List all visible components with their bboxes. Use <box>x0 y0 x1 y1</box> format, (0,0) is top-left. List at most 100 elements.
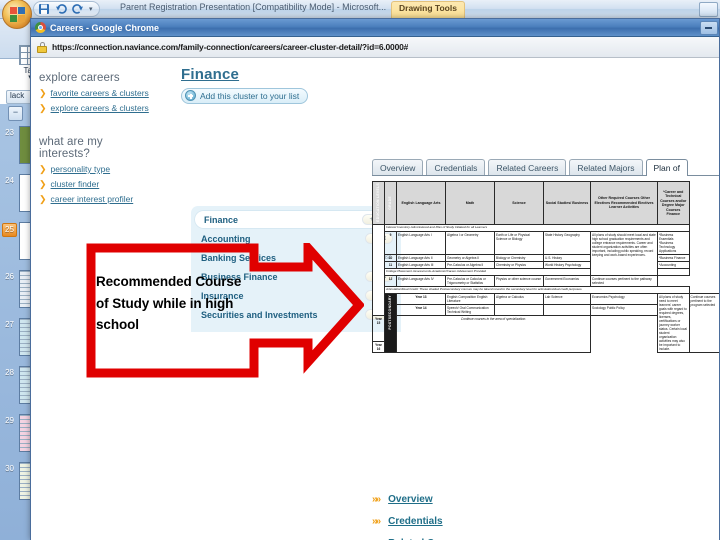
ela-cell: English Language Arts IV <box>396 275 446 288</box>
chevron-right-icon: ❯ <box>39 194 47 204</box>
tab-related-majors[interactable]: Related Majors <box>569 159 643 175</box>
panel-collapse-button[interactable]: − <box>8 106 23 121</box>
pathway-name[interactable]: Accounting <box>201 234 365 244</box>
powerpoint-document-title: Parent Registration Presentation [Compat… <box>120 2 387 12</box>
save-icon[interactable] <box>38 3 50 15</box>
career-technical-cell: *Accounting <box>657 261 690 270</box>
career-technical-cell: Continue courses pertinent to the pathwa… <box>590 275 658 288</box>
ela-cell: Speech/ Oral Communication Technical Wri… <box>445 303 495 316</box>
add-cluster-label: Add this cluster to your list <box>200 90 300 101</box>
chrome-address-bar[interactable]: https://connection.naviance.com/family-c… <box>31 37 719 58</box>
social-cell: U.S. History <box>543 254 591 263</box>
pathway-row[interactable]: Finance+ list <box>194 210 398 229</box>
col-grade: GRADE <box>384 180 397 226</box>
naviance-sidebar: explore careers ❯ favorite careers & clus… <box>39 72 154 209</box>
table-row: 11 English Language Arts III Pre-Calculus … <box>373 261 720 270</box>
sidebar-link-label[interactable]: favorite careers & clusters <box>51 88 149 99</box>
chevron-right-icon: ❯ <box>39 179 47 189</box>
grade-cell: Year 15 <box>372 314 385 342</box>
postsecondary-spine: POSTSECONDARY <box>384 292 397 353</box>
bottom-link-label[interactable]: Overview <box>388 494 432 505</box>
sidebar-section-explore-careers-title: explore careers <box>39 72 120 84</box>
table-row: POSTSECONDARY Year 13 English Composition … <box>373 292 719 353</box>
bottom-link-row[interactable]: »» Credentials <box>372 510 592 532</box>
col-other-required: Other Required Courses Other Electives R… <box>590 180 658 226</box>
science-cell <box>543 303 591 316</box>
chevron-right-icon: ❯ <box>39 103 47 113</box>
grade-cell: 10 <box>384 254 397 263</box>
other-required-cell: All plans of study should meet local and… <box>590 231 658 277</box>
science-cell: Chemistry or Physics <box>494 261 544 270</box>
career-technical-cell: *Business Finance <box>657 254 690 263</box>
career-technical-cell: Continue courses pertinent to the progra… <box>688 292 719 353</box>
chevron-right-icon: ❯ <box>39 88 47 98</box>
callout-text: Recommended Course of Study while in hig… <box>96 274 242 332</box>
pathway-name[interactable]: Finance <box>204 215 362 225</box>
grade-cell: Year 14 <box>396 303 446 316</box>
col-career-technical: *Career and Technical Courses and/or Deg… <box>657 180 690 226</box>
sidebar-link-label[interactable]: cluster finder <box>51 179 100 190</box>
specialization-cell: Continue courses in the area of speciali… <box>396 314 591 353</box>
grade-cell: 11 <box>384 261 397 270</box>
slide-number: 30 <box>5 464 14 473</box>
math-cell: Pre-Calculus or Calculus or Trigonometry… <box>445 275 495 288</box>
cluster-detail-panel: Overview Credentials Related Careers Relate… <box>372 156 719 353</box>
chrome-logo-icon <box>35 22 46 33</box>
grade-cell: 12 <box>384 275 397 288</box>
undo-icon[interactable] <box>55 3 67 15</box>
tab-credentials[interactable]: Credentials <box>426 159 486 175</box>
quick-access-toolbar[interactable]: ▾ <box>33 1 100 17</box>
science-cell: Physics or other science course <box>494 275 544 288</box>
math-cell: Algebra or Calculus <box>494 292 544 305</box>
redo-icon[interactable] <box>72 3 84 15</box>
plan-of-study-header: EDUCATION LEVELS GRADE English Language … <box>372 180 720 226</box>
plan-of-study-body: SECONDARY Interest Inventory Administered… <box>372 224 720 353</box>
sidebar-item-explore-0[interactable]: ❯ favorite careers & clusters <box>39 88 154 99</box>
sidebar-link-label[interactable]: career interest profiler <box>51 194 134 205</box>
chrome-minimize-button[interactable] <box>700 20 718 35</box>
office-button[interactable] <box>2 0 32 29</box>
lock-icon <box>36 41 48 53</box>
sidebar-section-interests-items[interactable]: ❯ personality type ❯ cluster finder ❯ career … <box>39 164 154 205</box>
sidebar-section-explore-careers-items[interactable]: ❯ favorite careers & clusters ❯ explore car… <box>39 88 154 114</box>
ppt-minimize-button[interactable] <box>699 2 718 17</box>
double-chevron-icon: »» <box>372 515 381 527</box>
url-text[interactable]: https://connection.naviance.com/family-c… <box>52 42 408 52</box>
sidebar-link-label[interactable]: explore careers & clusters <box>51 103 149 114</box>
plan-of-study-table: EDUCATION LEVELS GRADE English Language … <box>372 180 720 353</box>
math-cell: Geometry or Algebra II <box>445 254 495 263</box>
career-technical-cell: *Business Essentials *Business Technology… <box>657 231 690 256</box>
sidebar-link-label[interactable]: personality type <box>51 164 111 175</box>
sidebar-item-interest-0[interactable]: ❯ personality type <box>39 164 154 175</box>
social-cell: Sociology Public Policy <box>590 303 658 316</box>
add-cluster-button[interactable]: Add this cluster to your list <box>181 88 309 104</box>
ela-cell: English Language Arts I <box>396 231 446 256</box>
bottom-link-row[interactable]: »»Related Careers <box>372 532 592 540</box>
table-row: 10 English Language Arts II Geometry or Al… <box>373 254 720 263</box>
drawing-tools-contextual-tab[interactable]: Drawing Tools <box>391 1 465 18</box>
tab-bar[interactable]: Overview Credentials Related Careers Relate… <box>372 156 719 176</box>
bottom-link-label[interactable]: Credentials <box>388 516 442 527</box>
table-row: 9 English Language Arts I Algebra I or Geo… <box>373 231 720 277</box>
sidebar-item-interest-2[interactable]: ❯ career interest profiler <box>39 194 154 205</box>
red-arrow-callout: Recommended Course of Study while in hig… <box>86 243 364 378</box>
sidebar-item-interest-1[interactable]: ❯ cluster finder <box>39 179 154 190</box>
tab-related-careers[interactable]: Related Careers <box>488 159 567 175</box>
col-education-levels: EDUCATION LEVELS <box>372 180 385 226</box>
tab-overview[interactable]: Overview <box>372 159 424 175</box>
bottom-link-row[interactable]: »» Overview <box>372 488 592 510</box>
bottom-link-list[interactable]: »» Overview »» Credentials »»Related Careers… <box>372 488 592 540</box>
other-required-cell: All plans of study need to meet learners… <box>657 292 690 353</box>
band-interest-inventory: Interest Inventory Administered and Plan… <box>384 224 690 233</box>
social-cell: Economics Psychology <box>590 292 658 305</box>
tab-plan-of[interactable]: Plan of <box>645 159 688 176</box>
sidebar-item-explore-1[interactable]: ❯ explore careers & clusters <box>39 103 154 114</box>
customize-qat-icon[interactable]: ▾ <box>89 5 93 13</box>
slide-number: 27 <box>5 320 14 329</box>
slide-number: 24 <box>5 176 14 185</box>
science-cell: Lab Science <box>543 292 591 305</box>
cluster-header: Finance Add this cluster to your list <box>181 66 391 106</box>
slide-number: 23 <box>5 128 14 137</box>
col-social-studies: Social Studies/ Business <box>543 180 591 226</box>
powerpoint-title-bar: ▾ Parent Registration Presentation [Comp… <box>0 0 720 29</box>
